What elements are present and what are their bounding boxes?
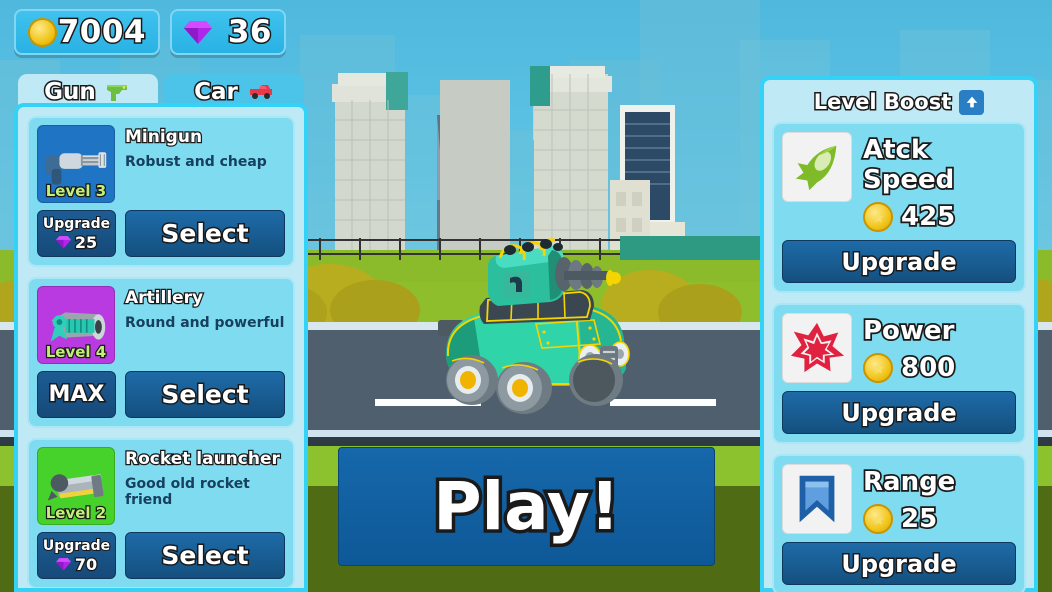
boost-card-atck-speed[interactable]: Atck Speed 425 Upgrade [772,122,1026,293]
gun-list-panel[interactable]: Level 3 Minigun Robust and cheap Upgrade [14,103,308,592]
rocket-icon [782,132,852,202]
gun-card-artillery[interactable]: Level 4 Artillery Round and powerful MAX… [27,277,295,428]
gun-card-rocket-launcher[interactable]: Level 2 Rocket launcher Good old rocket … [27,438,295,588]
upgrade-button-range[interactable]: Upgrade [782,542,1016,585]
upgrade-button-rocket-launcher[interactable]: Upgrade 70 [37,532,116,579]
gun-card-minigun[interactable]: Level 3 Minigun Robust and cheap Upgrade [27,116,295,267]
boost-cost-power: 800 [863,351,957,385]
upgrade-button-power[interactable]: Upgrade [782,391,1016,434]
gun-desc-minigun: Robust and cheap [125,154,267,170]
select-button-minigun[interactable]: Select [125,210,285,257]
coin-counter[interactable]: 7004 [14,9,160,55]
upgrade-cost-rocket-launcher: 70 [74,553,99,575]
gun-name-minigun: Minigun [124,126,204,149]
starburst-icon [782,313,852,383]
level-boost-panel[interactable]: Level Boost Atck Speed 425 Upgrade Power… [760,76,1038,592]
boost-name-atck-speed: Atck Speed [861,133,956,197]
coin-icon [863,202,893,232]
upgrade-button-atck-speed[interactable]: Upgrade [782,240,1016,283]
level-boost-header: Level Boost [772,88,1026,116]
gun-name-artillery: Artillery [124,287,205,310]
tank-vehicle [438,238,630,414]
gun-desc-rocket-launcher: Good old rocket friend [125,476,250,508]
select-button-artillery[interactable]: Select [125,371,285,418]
truck-icon [249,85,272,99]
boost-name-power: Power [861,314,956,348]
upgrade-cost-minigun: 25 [74,231,99,253]
coin-icon [863,504,893,534]
upgrade-label-minigun: Upgrade [42,215,111,233]
boost-price-atck-speed: 425 [899,200,957,234]
gem-icon-small [55,558,71,571]
boost-price-power: 800 [899,351,957,385]
gun-level-artillery: Level 4 [45,342,108,363]
boost-card-range[interactable]: Range 25 Upgrade [772,454,1026,592]
boost-cost-range: 25 [863,502,955,536]
coin-icon [28,17,57,47]
gem-icon-small [55,236,71,249]
gun-level-rocket-launcher: Level 2 [45,503,108,524]
upgrade-label-rocket-launcher: Upgrade [42,537,111,555]
gun-thumb-artillery: Level 4 [37,286,115,364]
tab-gun-label: Gun [43,78,98,107]
pistol-icon [106,85,127,101]
boost-name-range: Range [861,465,957,499]
game-screen: 7004 36 Gun Car Level 3 Minigun Robust a… [0,0,1052,592]
gun-level-minigun: Level 3 [45,181,108,202]
max-badge-artillery: MAX [37,371,116,418]
boost-cost-atck-speed: 425 [863,200,1016,234]
banner-icon [782,464,852,534]
gun-thumb-minigun: Level 3 [37,125,115,203]
level-boost-title: Level Boost [812,89,952,116]
select-button-rocket-launcher[interactable]: Select [125,532,285,579]
upgrade-button-minigun[interactable]: Upgrade 25 [37,210,116,257]
gem-icon [184,21,212,44]
gun-thumb-rocket-launcher: Level 2 [37,447,115,525]
gem-counter[interactable]: 36 [170,9,286,55]
play-button[interactable]: Play! [338,447,715,566]
boost-price-range: 25 [899,502,939,536]
gem-amount: 36 [226,13,273,52]
arrow-up-icon[interactable] [959,89,985,115]
coin-amount: 7004 [56,13,147,52]
boost-card-power[interactable]: Power 800 Upgrade [772,303,1026,444]
gun-desc-artillery: Round and powerful [125,315,285,331]
tab-car-label: Car [193,78,240,107]
coin-icon [863,353,893,383]
gun-name-rocket-launcher: Rocket launcher [124,448,281,471]
